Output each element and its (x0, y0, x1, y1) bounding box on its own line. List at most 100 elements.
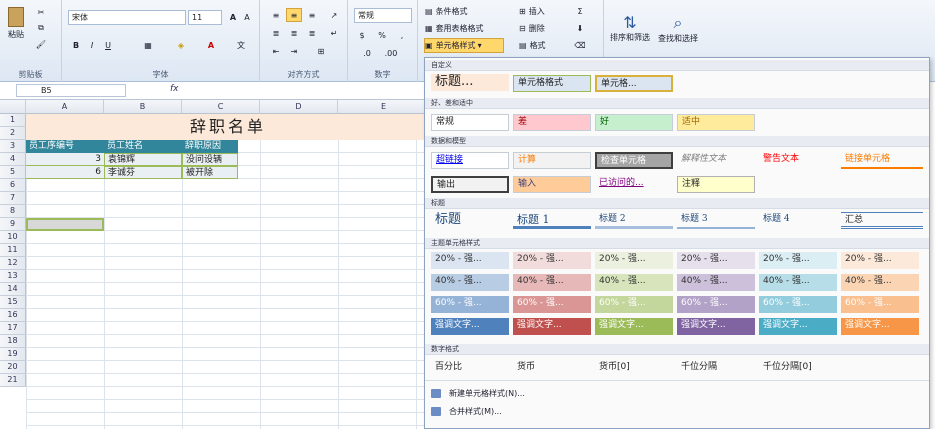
style-theme-row40-5[interactable]: 40% - 强... (759, 274, 837, 291)
fx-icon[interactable]: fx (170, 84, 179, 94)
border-icon[interactable]: ▦ (140, 38, 156, 52)
autosum-icon[interactable]: Σ (572, 4, 588, 18)
style-heading-1[interactable]: 标题 1 (513, 212, 591, 229)
row-header[interactable]: 18 (0, 335, 26, 348)
orientation-icon[interactable]: ↗ (326, 8, 342, 22)
row-header[interactable]: 15 (0, 296, 26, 309)
align-left-icon[interactable]: ≣ (268, 26, 284, 40)
delete-button[interactable]: ⊟ 删除 (518, 21, 566, 35)
row-header[interactable]: 3 (0, 140, 26, 153)
clear-icon[interactable]: ⌫ (572, 38, 588, 52)
insert-button[interactable]: ⊞ 插入 (518, 4, 566, 18)
style-theme-accent-1[interactable]: 强调文字... (431, 318, 509, 335)
row-header[interactable]: 6 (0, 179, 26, 192)
select-all-corner[interactable] (0, 100, 26, 114)
row-header[interactable]: 20 (0, 361, 26, 374)
style-heading-2[interactable]: 标题 2 (595, 212, 673, 229)
selected-cell[interactable] (26, 218, 104, 231)
sort-filter-button[interactable]: ⇅ 排序和筛选 (608, 4, 652, 52)
row-header[interactable]: 14 (0, 283, 26, 296)
phonetic-icon[interactable]: 文 (232, 38, 250, 52)
style-title[interactable]: 标题 (431, 212, 509, 229)
row-header[interactable]: 7 (0, 192, 26, 205)
style-heading-4[interactable]: 标题 4 (759, 212, 837, 229)
currency-icon[interactable]: $ (354, 28, 370, 42)
style-theme-row20-4[interactable]: 20% - 强... (677, 252, 755, 269)
style-theme-row20-3[interactable]: 20% - 强... (595, 252, 673, 269)
style-currency[interactable]: 货币 (513, 360, 591, 377)
find-select-button[interactable]: ⌕ 查找和选择 (656, 4, 700, 52)
style-output[interactable]: 输出 (431, 176, 509, 193)
style-theme-row60-2[interactable]: 60% - 强... (513, 296, 591, 313)
style-custom-cell-hover[interactable]: 单元格... (595, 75, 673, 92)
increase-indent-icon[interactable]: ⇥ (286, 44, 302, 58)
style-comma[interactable]: 千位分隔 (677, 360, 755, 377)
percent-icon[interactable]: % (374, 28, 390, 42)
fill-color-icon[interactable]: ◈ (172, 38, 190, 52)
italic-button[interactable]: I (86, 38, 98, 52)
style-comma-0[interactable]: 千位分隔[0] (759, 360, 841, 377)
style-theme-row60-1[interactable]: 60% - 强... (431, 296, 509, 313)
style-heading-3[interactable]: 标题 3 (677, 212, 755, 229)
grow-font-button[interactable]: A (226, 10, 240, 24)
format-button[interactable]: ▤ 格式 (518, 38, 566, 52)
style-theme-row20-2[interactable]: 20% - 强... (513, 252, 591, 269)
row-header[interactable]: 21 (0, 374, 26, 387)
style-good[interactable]: 好 (595, 114, 673, 131)
style-check-cell[interactable]: 检查单元格 (595, 152, 673, 169)
table-format-button[interactable]: ▦ 套用表格格式 (424, 21, 504, 35)
column-header-b[interactable]: B (104, 100, 182, 114)
style-theme-row60-6[interactable]: 60% - 强... (841, 296, 919, 313)
align-center-icon[interactable]: ≣ (286, 26, 302, 40)
shrink-font-button[interactable]: A (240, 10, 254, 24)
row-header[interactable]: 9 (0, 218, 26, 231)
style-custom-title[interactable]: 标题... (431, 74, 509, 91)
style-custom-cell[interactable]: 单元格格式 (513, 75, 591, 92)
style-hyperlink[interactable]: 超链接 (431, 152, 509, 169)
data-cell[interactable]: 没问设辆 (182, 153, 238, 166)
align-middle-icon[interactable]: ≡ (286, 8, 302, 22)
new-cell-style-command[interactable]: 新建单元格样式(N)... (431, 388, 525, 399)
cut-icon[interactable]: ✂ (34, 6, 48, 18)
style-theme-row60-3[interactable]: 60% - 强... (595, 296, 673, 313)
font-size-select[interactable]: 11 (188, 10, 222, 25)
row-header[interactable]: 11 (0, 244, 26, 257)
format-painter-icon[interactable]: 🖌 (34, 38, 48, 50)
style-currency-0[interactable]: 货币[0] (595, 360, 673, 377)
font-family-select[interactable]: 宋体 (68, 10, 186, 25)
style-percent[interactable]: 百分比 (431, 360, 509, 377)
row-header[interactable]: 5 (0, 166, 26, 179)
fill-icon[interactable]: ⬇ (572, 21, 588, 35)
style-followed-hyperlink[interactable]: 已访问的... (595, 176, 673, 193)
row-header[interactable]: 17 (0, 322, 26, 335)
row-header[interactable]: 2 (0, 127, 26, 140)
comma-icon[interactable]: , (394, 28, 410, 42)
increase-decimal-icon[interactable]: .0 (358, 46, 376, 60)
style-bad[interactable]: 差 (513, 114, 591, 131)
bold-button[interactable]: B (70, 38, 82, 52)
header-cell-id[interactable]: 员工序编号 (26, 140, 104, 153)
style-theme-row40-1[interactable]: 40% - 强... (431, 274, 509, 291)
conditional-format-button[interactable]: ▤ 条件格式 (424, 4, 504, 18)
style-warning[interactable]: 警告文本 (759, 152, 837, 169)
style-theme-row60-5[interactable]: 60% - 强... (759, 296, 837, 313)
align-right-icon[interactable]: ≣ (304, 26, 320, 40)
header-cell-reason[interactable]: 辞职原因 (182, 140, 238, 153)
column-header-a[interactable]: A (26, 100, 104, 114)
row-header[interactable]: 8 (0, 205, 26, 218)
row-header[interactable]: 16 (0, 309, 26, 322)
style-neutral[interactable]: 适中 (677, 114, 755, 131)
row-header[interactable]: 12 (0, 257, 26, 270)
style-theme-row60-4[interactable]: 60% - 强... (677, 296, 755, 313)
data-cell[interactable]: 3 (26, 153, 104, 166)
data-cell[interactable]: 被开除 (182, 166, 238, 179)
style-theme-row40-3[interactable]: 40% - 强... (595, 274, 673, 291)
style-input[interactable]: 输入 (513, 176, 591, 193)
style-note[interactable]: 注释 (677, 176, 755, 193)
style-calculation[interactable]: 计算 (513, 152, 591, 169)
header-cell-name[interactable]: 员工姓名 (104, 140, 182, 153)
row-header[interactable]: 4 (0, 153, 26, 166)
align-top-icon[interactable]: ≡ (268, 8, 284, 22)
paste-button[interactable]: 粘贴 (4, 4, 28, 42)
style-theme-accent-5[interactable]: 强调文字... (759, 318, 837, 335)
